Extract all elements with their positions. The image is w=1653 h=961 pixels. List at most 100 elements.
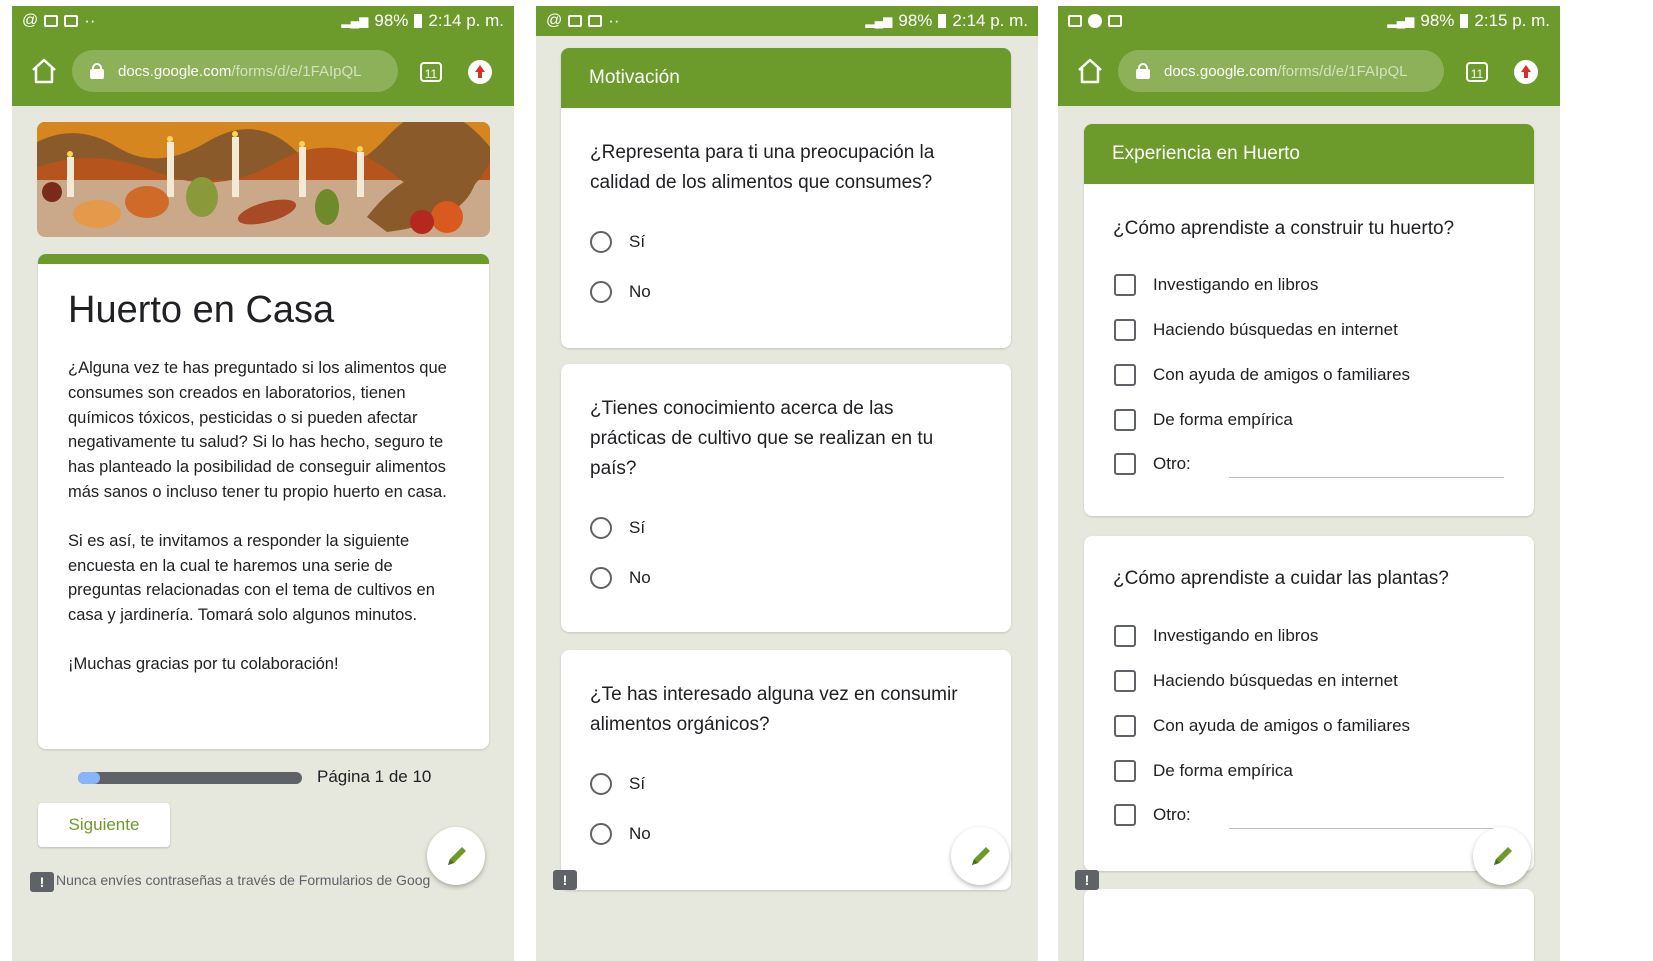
- signal-icon: ▂▄▆: [1387, 14, 1415, 28]
- checkbox-option[interactable]: De forma empírica: [1114, 757, 1293, 785]
- checkbox-option[interactable]: Otro:: [1114, 450, 1191, 478]
- url-host: docs.google.com: [1164, 62, 1278, 80]
- clock: 2:14 p. m.: [428, 11, 504, 30]
- image-icon: [64, 15, 79, 27]
- radio-icon[interactable]: [590, 567, 612, 589]
- option-label: De forma empírica: [1153, 761, 1293, 780]
- checkbox-option[interactable]: Con ayuda de amigos o familiares: [1114, 712, 1410, 740]
- signal-icon: ▂▄▆: [341, 14, 369, 28]
- section-card: Experiencia en Huerto ¿Cómo aprendiste a…: [1084, 124, 1534, 516]
- checkbox-icon[interactable]: [1114, 715, 1136, 737]
- radio-icon[interactable]: [590, 823, 612, 845]
- radio-option[interactable]: No: [590, 820, 651, 848]
- update-icon[interactable]: [468, 60, 492, 84]
- radio-icon[interactable]: [590, 281, 612, 303]
- update-icon[interactable]: [1514, 60, 1538, 84]
- checkbox-option[interactable]: Investigando en libros: [1114, 271, 1318, 299]
- radio-icon[interactable]: [590, 517, 612, 539]
- other-text-input[interactable]: [1229, 477, 1504, 478]
- phone-screen-1: @ ·· ▂▄▆ 98% 2:14 p. m. docs.google.com/for…: [12, 6, 514, 961]
- progress-bar: [78, 772, 302, 784]
- radio-option[interactable]: No: [590, 564, 651, 592]
- phone-screen-3: ▂▄▆ 98% 2:15 p. m. docs.google.com/forms/d…: [1058, 6, 1560, 961]
- more-notifications-icon: ··: [84, 11, 96, 30]
- browser-toolbar: docs.google.com/forms/d/e/1FAIpQL 11: [12, 36, 514, 106]
- image-icon: [1068, 15, 1082, 27]
- url-path: /forms/d/e/1FAIpQL: [1277, 62, 1408, 80]
- question-card: [1084, 889, 1534, 961]
- question-text: ¿Cómo aprendiste a construir tu huerto?: [1113, 218, 1455, 239]
- question-text: ¿Tienes conocimiento acerca de las práct…: [590, 398, 934, 479]
- checkbox-icon[interactable]: [1114, 804, 1136, 826]
- pencil-icon: [1494, 847, 1512, 865]
- question-text: ¿Cómo aprendiste a cuidar las plantas?: [1113, 568, 1449, 589]
- battery-percent: 98%: [1420, 11, 1455, 30]
- radio-option[interactable]: No: [590, 278, 651, 306]
- checkbox-option[interactable]: Otro:: [1114, 801, 1191, 829]
- option-label: Haciendo búsquedas en internet: [1153, 320, 1398, 339]
- lock-icon: [90, 63, 104, 79]
- status-bar: @ ·· ▂▄▆ 98% 2:14 p. m.: [12, 6, 514, 36]
- form-title: Huerto en Casa: [68, 289, 335, 331]
- option-label: Otro:: [1153, 805, 1191, 824]
- home-icon[interactable]: [30, 58, 58, 84]
- checkbox-option[interactable]: Haciendo búsquedas en internet: [1114, 316, 1398, 344]
- checkbox-icon[interactable]: [1114, 364, 1136, 386]
- checkbox-icon[interactable]: [1114, 409, 1136, 431]
- more-notifications-icon: ··: [608, 11, 620, 30]
- checkbox-icon[interactable]: [1114, 319, 1136, 341]
- feedback-icon[interactable]: !: [553, 870, 577, 890]
- radio-option[interactable]: Sí: [590, 770, 645, 798]
- address-bar[interactable]: docs.google.com/forms/d/e/1FAIpQL: [72, 50, 398, 92]
- edit-fab[interactable]: [427, 827, 485, 885]
- radio-icon[interactable]: [590, 231, 612, 253]
- edit-fab[interactable]: [951, 827, 1009, 885]
- radio-option[interactable]: Sí: [590, 514, 645, 542]
- next-button[interactable]: Siguiente: [38, 803, 170, 847]
- option-label: Haciendo búsquedas en internet: [1153, 671, 1398, 690]
- checkbox-icon[interactable]: [1114, 453, 1136, 475]
- signal-icon: ▂▄▆: [865, 14, 893, 28]
- description-paragraph: ¡Muchas gracias por tu colaboración!: [68, 654, 339, 673]
- question-card: ¿Cómo aprendiste a cuidar las plantas? I…: [1084, 536, 1534, 871]
- battery-icon: [414, 14, 423, 28]
- battery-percent: 98%: [898, 11, 933, 30]
- checkbox-option[interactable]: De forma empírica: [1114, 406, 1293, 434]
- checkbox-option[interactable]: Haciendo búsquedas en internet: [1114, 667, 1398, 695]
- home-icon[interactable]: [1076, 58, 1104, 84]
- checkbox-option[interactable]: Investigando en libros: [1114, 622, 1318, 650]
- option-label: Con ayuda de amigos o familiares: [1153, 716, 1411, 735]
- checkbox-icon[interactable]: [1114, 625, 1136, 647]
- option-label: Sí: [629, 774, 646, 793]
- edit-fab[interactable]: [1473, 827, 1531, 885]
- address-bar[interactable]: docs.google.com/forms/d/e/1FAIpQL: [1118, 50, 1444, 92]
- checkbox-option[interactable]: Con ayuda de amigos o familiares: [1114, 361, 1410, 389]
- checkbox-icon[interactable]: [1114, 670, 1136, 692]
- question-text: ¿Te has interesado alguna vez en consumi…: [590, 684, 958, 735]
- other-text-input[interactable]: [1229, 828, 1504, 829]
- checkbox-icon[interactable]: [1114, 760, 1136, 782]
- tabs-icon[interactable]: 11: [1466, 62, 1488, 82]
- notification-icon: @: [22, 12, 39, 29]
- checkbox-icon[interactable]: [1114, 274, 1136, 296]
- lock-icon: [1136, 63, 1150, 79]
- screen-icon: [568, 15, 583, 27]
- option-label: No: [629, 568, 651, 587]
- option-label: Sí: [629, 518, 646, 537]
- feedback-icon[interactable]: !: [30, 872, 54, 892]
- section-title: Experiencia en Huerto: [1084, 124, 1534, 184]
- tabs-icon[interactable]: 11: [420, 62, 442, 82]
- option-label: Sí: [629, 232, 646, 251]
- pencil-icon: [448, 847, 466, 865]
- radio-option[interactable]: Sí: [590, 228, 645, 256]
- feedback-icon[interactable]: !: [1075, 870, 1099, 890]
- radio-icon[interactable]: [590, 773, 612, 795]
- form-description: ¿Alguna vez te has preguntado si los ali…: [68, 356, 463, 677]
- pencil-icon: [972, 847, 990, 865]
- battery-icon: [938, 14, 947, 28]
- option-label: Con ayuda de amigos o familiares: [1153, 365, 1411, 384]
- file-icon: [1108, 15, 1122, 27]
- progress-bar-fill: [78, 772, 101, 784]
- notification-icon: [1088, 14, 1102, 28]
- section-title: Motivación: [561, 48, 1011, 108]
